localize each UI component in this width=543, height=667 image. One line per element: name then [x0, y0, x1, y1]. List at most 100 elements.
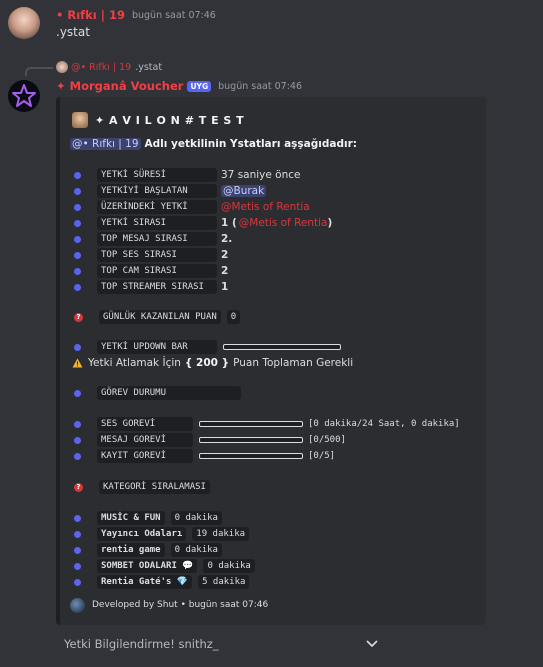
reply-connector [25, 67, 53, 76]
stat-value: 2 [221, 249, 229, 261]
daily-points-row: ? GÜNLÜK KAZANILAN PUAN 0 [74, 310, 241, 324]
embed-footer: Developed by Shut • bugün saat 07:46 [70, 597, 268, 613]
reply-content: .ystat [135, 61, 163, 73]
bot-header: ✦ Morganâ Voucher UYG bugün saat 07:46 [56, 79, 302, 93]
bullet-icon [74, 283, 81, 291]
warning-icon [72, 358, 83, 368]
reply-reference[interactable]: @• Rıfkı | 19 .ystat [56, 60, 162, 74]
footer-text: Developed by Shut • bugün saat 07:46 [92, 600, 269, 610]
task-row: KAYIT GOREVİ [0/5] [74, 449, 335, 463]
bullet-icon [74, 235, 81, 243]
star-icon [12, 84, 36, 107]
timestamp: bugün saat 07:46 [131, 9, 216, 21]
bot-author-name[interactable]: ✦ Morganâ Voucher [56, 79, 183, 93]
stat-value: 2. [221, 233, 233, 245]
author-name[interactable]: • Rıfkı | 19 [56, 8, 125, 22]
stat-label: YETKİ SIRASI [97, 216, 217, 230]
question-icon: ? [74, 312, 83, 322]
stat-row: YETKİYİ BAŞLATAN @Burak [74, 184, 267, 198]
category-value: 5 dakika [198, 575, 250, 589]
category-value: 0 dakika [203, 559, 255, 573]
stat-row: YETKİ SIRASI 1 ( @Metis of Rentia ) [74, 216, 332, 230]
warning-row: Yetki Atlamak İçin { 200 } Puan Toplaman… [72, 356, 353, 370]
daily-value: 0 [226, 310, 241, 324]
stat-row: TOP MESAJ SIRASI 2. [74, 232, 232, 246]
question-icon: ? [74, 482, 83, 492]
task-header: GÖREV DURUMU [97, 386, 241, 400]
category-name: rentia game [97, 543, 165, 557]
category-value: 0 dakika [170, 543, 222, 557]
bullet-icon [74, 187, 81, 195]
stat-value-suffix: ) [327, 217, 333, 229]
category-name: MUSİC & FUN [97, 511, 165, 525]
category-name: SOMBET ODALARI 💬 [97, 559, 198, 573]
bullet-icon [74, 562, 81, 570]
stat-value-role[interactable]: @Metis of Rentia [239, 217, 328, 229]
category-header: KATEGORİ SIRALAMASI [99, 480, 210, 494]
bullet-icon [74, 452, 81, 460]
reply-avatar [56, 61, 68, 73]
task-progress-bar [199, 453, 303, 459]
task-status: [0/500] [308, 435, 346, 445]
task-status: [0/5] [308, 451, 336, 461]
task-row: MESAJ GOREVİ [0/500] [74, 433, 346, 447]
stats-embed: ✦ A V I L O N # T E S T @• Rıfkı | 19 Ad… [56, 97, 486, 625]
select-menu[interactable]: Yetki Bilgilendirme! snithz_ [56, 630, 386, 658]
stat-label: TOP SES SIRASI [97, 248, 217, 262]
stat-label: ÜZERİNDEKİ YETKİ [97, 200, 217, 214]
bullet-icon [74, 203, 81, 211]
daily-label: GÜNLÜK KAZANILAN PUAN [99, 310, 221, 324]
stat-label: TOP STREAMER SIRASI [97, 280, 217, 294]
task-progress-bar [199, 421, 303, 427]
bot-avatar[interactable] [8, 80, 40, 112]
bullet-icon [74, 514, 81, 522]
stat-value-role[interactable]: @Metis of Rentia [221, 201, 310, 213]
category-row: Yayıncı Odaları 19 dakika [74, 527, 250, 541]
task-status: [0 dakika/24 Saat, 0 dakika] [308, 419, 460, 429]
stat-label: YETKİ SÜRESİ [97, 168, 217, 182]
message-header: • Rıfkı | 19 bugün saat 07:46 [56, 8, 216, 22]
reply-author[interactable]: @• Rıfkı | 19 [71, 62, 131, 73]
user-avatar[interactable] [8, 7, 40, 39]
chevron-down-icon [366, 640, 378, 648]
task-label: MESAJ GOREVİ [97, 433, 193, 447]
embed-intro: @• Rıfkı | 19 Adlı yetkilinin Ystatları … [70, 138, 357, 150]
stat-row: TOP STREAMER SIRASI 1 [74, 280, 228, 294]
stat-value-prefix: 1 ( [221, 217, 237, 229]
stat-value-mention[interactable]: @Burak [221, 185, 267, 197]
category-name: Rentia Gaté's 💎 [97, 575, 193, 589]
bullet-icon [74, 267, 81, 275]
stat-value: 2 [221, 265, 229, 277]
intro-mention[interactable]: @• Rıfkı | 19 [70, 138, 141, 150]
warning-text-b: Puan Toplaman Gerekli [233, 357, 354, 369]
stat-label: YETKİYİ BAŞLATAN [97, 184, 217, 198]
task-progress-bar [199, 437, 303, 443]
updown-label: YETKİ UPDOWN BAR [97, 340, 217, 354]
task-header-row: GÖREV DURUMU [74, 386, 241, 400]
category-name: Yayıncı Odaları [97, 527, 187, 541]
bullet-icon [74, 420, 81, 428]
category-row: Rentia Gaté's 💎 5 dakika [74, 575, 250, 589]
app-badge: UYG [187, 80, 212, 92]
task-label: KAYIT GOREVİ [97, 449, 193, 463]
bot-timestamp: bugün saat 07:46 [218, 80, 302, 92]
category-row: rentia game 0 dakika [74, 543, 222, 557]
warning-text-a: Yetki Atlamak İçin [88, 357, 181, 369]
updown-row: YETKİ UPDOWN BAR [74, 340, 341, 354]
embed-title: ✦ A V I L O N # T E S T [95, 113, 245, 127]
stat-row: TOP SES SIRASI 2 [74, 248, 228, 262]
bullet-icon [74, 530, 81, 538]
stat-value: 37 saniye önce [221, 169, 301, 181]
embed-author-icon [72, 112, 88, 128]
stat-row: YETKİ SÜRESİ 37 saniye önce [74, 168, 301, 182]
updown-progress-bar [223, 344, 341, 350]
bullet-icon [74, 389, 81, 397]
stat-row: ÜZERİNDEKİ YETKİ @Metis of Rentia [74, 200, 310, 214]
stat-label: TOP CAM SIRASI [97, 264, 217, 278]
category-row: SOMBET ODALARI 💬 0 dakika [74, 559, 255, 573]
bullet-icon [74, 546, 81, 554]
warning-value: { 200 } [184, 357, 230, 369]
task-label: SES GOREVİ [97, 417, 193, 431]
category-value: 0 dakika [170, 511, 222, 525]
bullet-icon [74, 219, 81, 227]
